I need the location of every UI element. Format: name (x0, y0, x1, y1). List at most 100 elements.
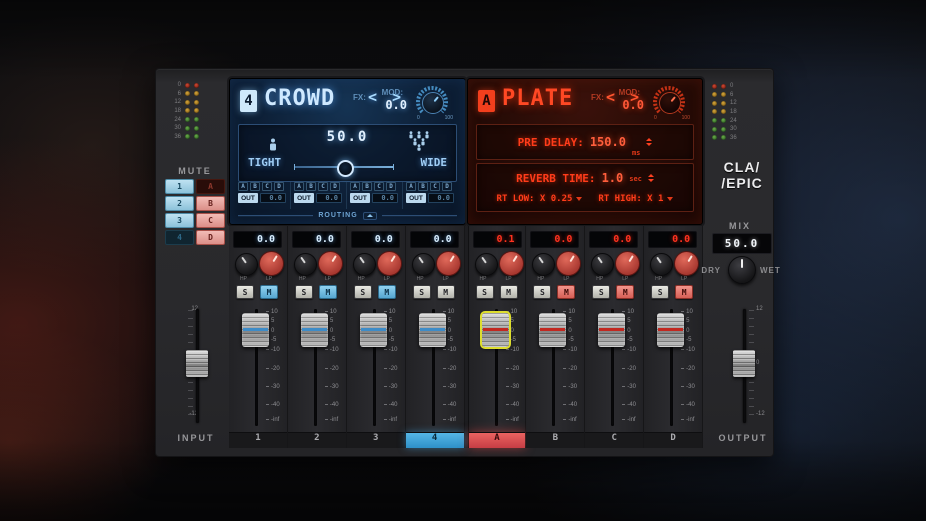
width-slider-handle[interactable] (337, 160, 354, 177)
solo-button[interactable]: S (236, 285, 254, 299)
channel-select-tab[interactable]: D (644, 432, 702, 448)
rt-low-dropdown[interactable]: RT LOW: X 0.25 (497, 194, 583, 204)
mute-matrix-button[interactable]: C (196, 213, 225, 228)
mute-matrix-button[interactable]: A (196, 179, 225, 194)
channel-select-tab[interactable]: C (585, 432, 643, 448)
routing-c-button[interactable]: C (374, 182, 384, 191)
pre-delay-value[interactable]: 150.0 (590, 135, 626, 149)
solo-button[interactable]: S (413, 285, 431, 299)
routing-b-button[interactable]: B (362, 182, 372, 191)
routing-c-button[interactable]: C (318, 182, 328, 191)
solo-button[interactable]: S (651, 285, 669, 299)
routing-level-display[interactable]: 0.0 (372, 193, 398, 203)
routing-level-display[interactable]: 0.0 (316, 193, 342, 203)
mod-value-display[interactable]: 0.0 (385, 98, 407, 112)
hp-filter-knob[interactable] (591, 253, 614, 276)
mod-knob[interactable] (659, 92, 681, 114)
meter-db-label: 0 (170, 82, 181, 88)
output-fader[interactable]: 120-12 (722, 309, 770, 423)
solo-button[interactable]: S (476, 285, 494, 299)
routing-letter-buttons: A B C D (294, 182, 343, 191)
hp-filter-knob[interactable] (235, 253, 258, 276)
tick-icon (325, 368, 328, 369)
routing-d-button[interactable]: D (274, 182, 284, 191)
fader-handle[interactable] (598, 313, 625, 347)
mod-value-display[interactable]: 0.0 (622, 98, 644, 112)
fader-handle[interactable] (419, 313, 446, 347)
reverb-time-value[interactable]: 1.0 (602, 171, 624, 185)
routing-collapse-button[interactable] (363, 212, 377, 220)
channel-select-tab[interactable]: 4 (406, 432, 464, 448)
fader-handle[interactable] (657, 313, 684, 347)
mute-matrix-button[interactable]: 2 (165, 196, 194, 211)
hp-filter-knob[interactable] (475, 253, 498, 276)
fader-handle[interactable] (242, 313, 269, 347)
routing-level-display[interactable]: 0.0 (260, 193, 286, 203)
channel-select-tab[interactable]: 2 (288, 432, 346, 448)
routing-d-button[interactable]: D (442, 182, 452, 191)
mix-knob[interactable] (728, 256, 756, 284)
routing-d-button[interactable]: D (330, 182, 340, 191)
routing-a-button[interactable]: A (294, 182, 304, 191)
routing-d-button[interactable]: D (386, 182, 396, 191)
tick-icon (443, 311, 446, 312)
reverb-time-stepper[interactable] (648, 174, 654, 182)
width-slider[interactable] (294, 161, 394, 173)
channel-select-tab[interactable]: A (469, 432, 526, 448)
fader-handle[interactable] (301, 313, 328, 347)
tick-icon (622, 349, 625, 350)
hp-filter-knob[interactable] (650, 253, 673, 276)
fader-handle[interactable] (360, 313, 387, 347)
solo-button[interactable]: S (295, 285, 313, 299)
scale-mark: -30 (681, 383, 695, 390)
pre-delay-stepper[interactable] (646, 138, 652, 146)
routing-b-button[interactable]: B (250, 182, 260, 191)
mute-matrix-button[interactable]: 1 (165, 179, 194, 194)
routing-c-button[interactable]: C (262, 182, 272, 191)
solo-button[interactable]: S (354, 285, 372, 299)
hp-filter-knob[interactable] (412, 253, 435, 276)
blue-display-header: 4 CROWD FX: < > MOD: 0.0 0 100 (240, 85, 459, 119)
mute-matrix-button[interactable]: 4 (165, 230, 194, 245)
hp-filter-knob[interactable] (353, 253, 376, 276)
step-up-icon[interactable] (648, 174, 654, 177)
channel-select-tab[interactable]: 1 (229, 432, 287, 448)
channel-select-tab[interactable]: B (526, 432, 584, 448)
red-channel-badge[interactable]: A (478, 90, 495, 112)
step-down-icon[interactable] (648, 179, 654, 182)
input-fader-handle[interactable] (186, 350, 208, 377)
mute-matrix-button[interactable]: 3 (165, 213, 194, 228)
channel-select-tab[interactable]: 3 (347, 432, 405, 448)
fader-handle[interactable] (482, 313, 509, 347)
meter-row: 12 (170, 99, 199, 105)
output-fader-handle[interactable] (733, 350, 755, 377)
hp-filter-knob[interactable] (532, 253, 555, 276)
mod-knob[interactable] (422, 92, 444, 114)
mute-matrix-button[interactable]: B (196, 196, 225, 211)
routing-out-button[interactable]: OUT (294, 193, 314, 203)
routing-b-button[interactable]: B (306, 182, 316, 191)
solo-button[interactable]: S (592, 285, 610, 299)
routing-out-button[interactable]: OUT (238, 193, 258, 203)
fader-handle[interactable] (539, 313, 566, 347)
routing-a-button[interactable]: A (406, 182, 416, 191)
blue-channel-badge[interactable]: 4 (240, 90, 257, 112)
routing-out-button[interactable]: OUT (350, 193, 370, 203)
mod-label: MOD: (382, 88, 403, 97)
routing-b-button[interactable]: B (418, 182, 428, 191)
hp-filter-knob[interactable] (294, 253, 317, 276)
routing-out-button[interactable]: OUT (406, 193, 426, 203)
routing-a-button[interactable]: A (238, 182, 248, 191)
step-up-icon[interactable] (646, 138, 652, 141)
mix-value-display[interactable]: 50.0 (712, 233, 772, 254)
fader-scale: 10 5 0 (384, 226, 405, 448)
routing-a-button[interactable]: A (350, 182, 360, 191)
step-down-icon[interactable] (646, 143, 652, 146)
solo-button[interactable]: S (533, 285, 551, 299)
routing-level-display[interactable]: 0.0 (428, 193, 454, 203)
input-fader[interactable]: 120-12 (172, 309, 220, 423)
rt-high-dropdown[interactable]: RT HIGH: X 1 (598, 194, 673, 204)
hp-label: HP (537, 276, 544, 282)
mute-matrix-button[interactable]: D (196, 230, 225, 245)
routing-c-button[interactable]: C (430, 182, 440, 191)
